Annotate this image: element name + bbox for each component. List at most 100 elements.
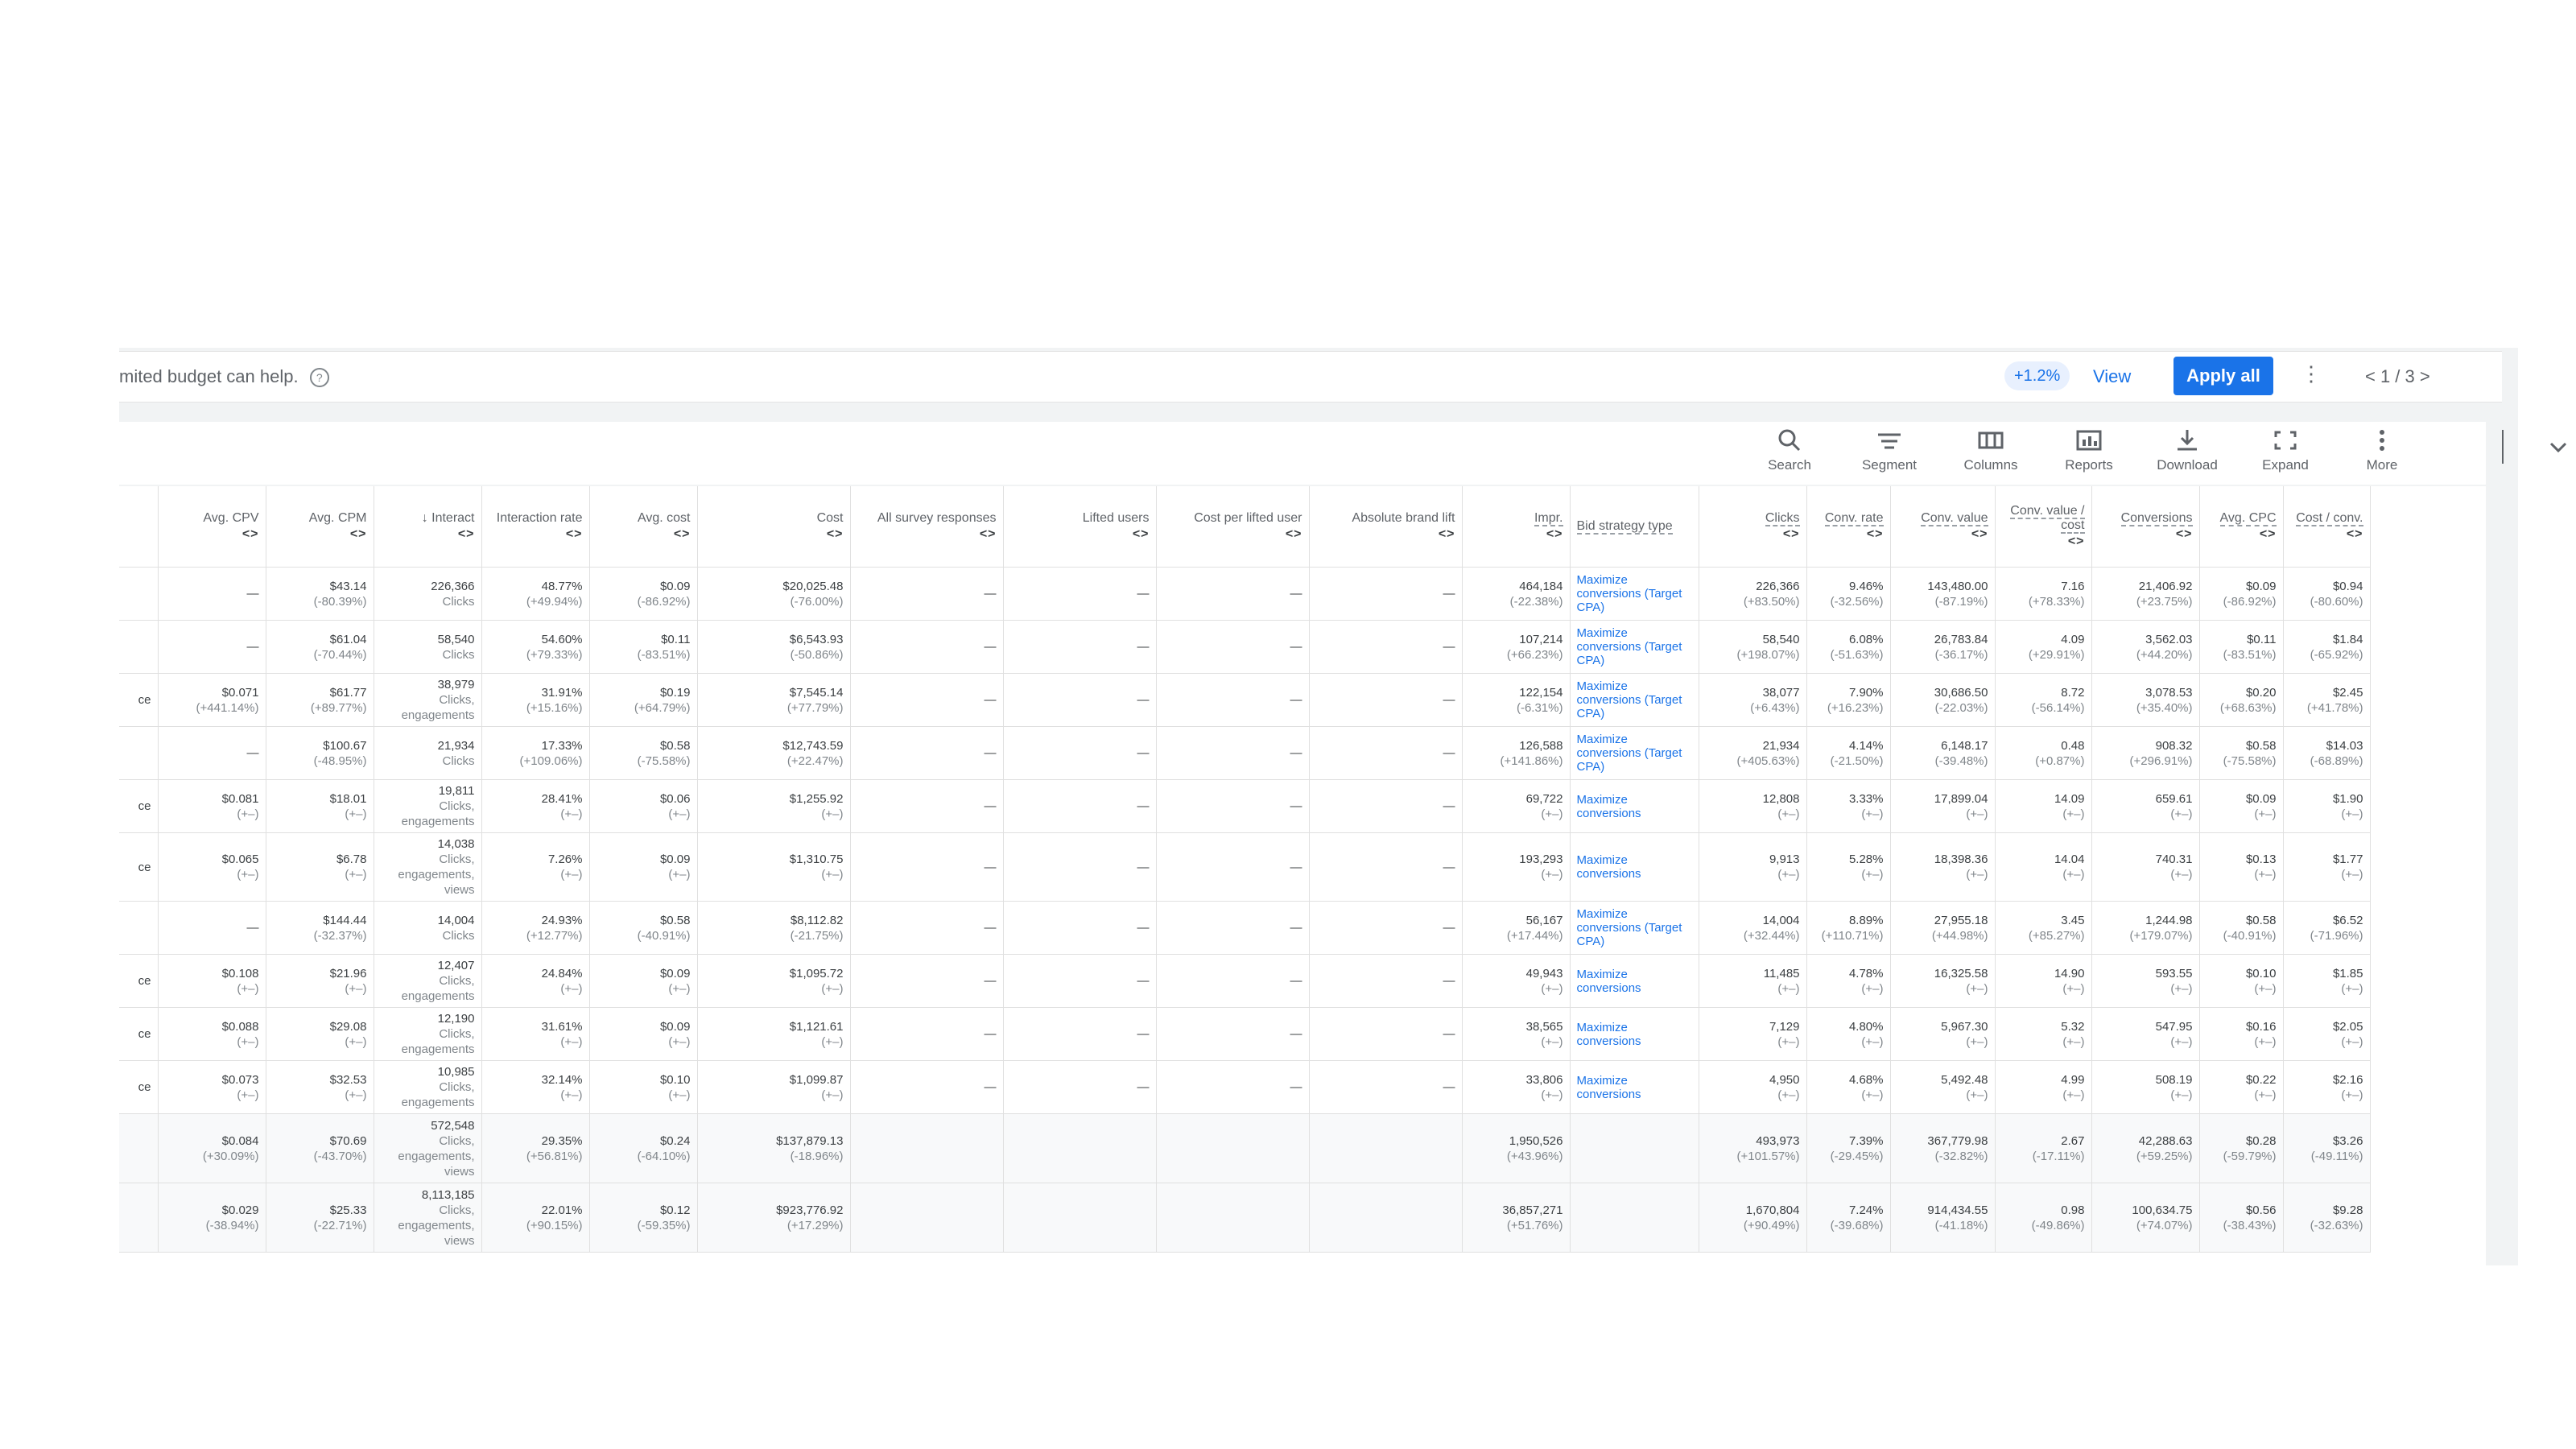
apply-all-button[interactable]: Apply all [2174,357,2273,395]
sort-arrows-icon[interactable]: <> [489,527,583,542]
cell-change: (+–) [1541,1088,1563,1102]
cell-change: (+–) [237,1034,259,1049]
table-row[interactable]: ce $0.073 (+–) $32.53 (+–) 10,985 Clicks, enga… [119,1060,2371,1114]
table-row[interactable]: — $61.04 (-70.44%) 58,540 Clicks 54.60% (+79.3… [119,620,2371,674]
cell-change: (-87.19%) [1934,594,1988,609]
toolbar-search[interactable]: Search [1745,425,1834,473]
table-cell: 8,113,185 Clicks, engagements, views [374,1183,482,1253]
table-row[interactable]: — $100.67 (-48.95%) 21,934 Clicks 17.33% (+109… [119,726,2371,780]
column-header[interactable]: Cost / conv. <> [2283,486,2371,568]
column-header[interactable]: Cost per lifted user <> [1156,486,1310,568]
column-header[interactable]: ↓ Interact <> [374,486,482,568]
cell-value: $0.09 [659,852,691,866]
cell-change: (+44.98%) [1931,928,1988,943]
sort-arrows-icon[interactable]: <> [273,527,367,542]
pager[interactable]: < 1 / 3 > [2365,366,2430,387]
column-header[interactable]: Interaction rate <> [481,486,590,568]
cell-change: (-59.79%) [2223,1149,2277,1163]
toolbar-segment[interactable]: Segment [1845,425,1934,473]
cell-change: (+41.78%) [2306,700,2363,715]
cell-value: $0.22 [2245,1072,2277,1087]
sort-arrows-icon[interactable]: <> [1469,527,1563,542]
column-header[interactable]: Avg. cost <> [589,486,698,568]
sort-arrows-icon[interactable]: <> [2002,535,2085,549]
table-row[interactable]: ce $0.108 (+–) $21.96 (+–) 12,407 Clicks, enga… [119,954,2371,1008]
table-cell: 12,808 (+–) [1699,779,1807,833]
cell-value: — [1443,746,1455,760]
cell-value: $70.69 [329,1133,367,1148]
column-header-label: Absolute brand lift [1352,511,1455,525]
column-header[interactable]: Cost <> [697,486,851,568]
cell-value: $0.24 [659,1133,691,1148]
column-header[interactable]: Conv. rate <> [1806,486,1891,568]
column-header[interactable]: Impr. <> [1462,486,1571,568]
sort-arrows-icon[interactable]: <> [1010,527,1150,542]
help-icon[interactable]: ? [309,368,329,388]
cell-value: Maximize conversions [1576,853,1641,881]
sort-arrows-icon[interactable]: <> [1897,527,1988,542]
toolbar-columns[interactable]: Columns [1946,425,2035,473]
table-cell: $1.90 (+–) [2283,779,2371,833]
table-row[interactable]: — $43.14 (-80.39%) 226,366 Clicks 48.77% (+49.… [119,567,2371,621]
cell-value: — [1443,1027,1455,1041]
column-header[interactable]: Conv. value <> [1890,486,1996,568]
toolbar-expand[interactable]: Expand [2241,425,2330,473]
cell-value: 8.72 [2061,685,2085,700]
column-header[interactable]: Lifted users <> [1003,486,1157,568]
table-cell: ce [119,954,159,1008]
table-cell: — [1003,620,1157,674]
cell-change: (-59.35%) [637,1218,691,1232]
column-header[interactable]: Avg. CPC <> [2199,486,2284,568]
cell-value: — [1290,693,1302,707]
column-header[interactable]: Bid strategy type [1570,486,1699,568]
sort-arrows-icon[interactable]: <> [2207,527,2277,542]
table-row[interactable]: ce $0.088 (+–) $29.08 (+–) 12,190 Clicks, enga… [119,1007,2371,1061]
toolbar-reports[interactable]: Reports [2045,425,2133,473]
table-cell: 58,540 Clicks [374,620,482,674]
table-row[interactable]: ce $0.071 (+441.14%) $61.77 (+89.77%) 38,979 C… [119,673,2371,727]
totals-row[interactable]: $0.029 (-38.94%) $25.33 (-22.71%) 8,113,185 C… [119,1183,2371,1253]
table-cell: — [1003,1060,1157,1114]
column-header[interactable]: Avg. CPV <> [158,486,266,568]
sort-arrows-icon[interactable]: <> [1316,527,1455,542]
toolbar-download[interactable]: Download [2143,425,2231,473]
sort-arrows-icon[interactable]: <> [597,527,691,542]
totals-row[interactable]: $0.084 (+30.09%) $70.69 (-43.70%) 572,548 Cli… [119,1113,2371,1183]
sort-arrows-icon[interactable]: <> [1163,527,1302,542]
sort-arrows-icon[interactable]: <> [165,527,259,542]
sort-arrows-icon[interactable]: <> [704,527,844,542]
column-header[interactable] [119,486,159,568]
cell-value: $0.081 [221,791,259,806]
column-header[interactable]: Conversions <> [2091,486,2200,568]
table-row[interactable]: ce $0.081 (+–) $18.01 (+–) 19,811 Clicks, enga… [119,779,2371,833]
sort-arrows-icon[interactable]: <> [1706,527,1800,542]
chevron-down-icon[interactable] [2544,433,2573,466]
table-cell: 122,154 (-6.31%) [1462,673,1571,727]
cell-change: (+–) [345,981,367,996]
sort-arrows-icon[interactable]: <> [381,527,475,542]
view-link[interactable]: View [2093,366,2131,387]
sort-arrows-icon[interactable]: <> [2290,527,2363,542]
sort-arrows-icon[interactable]: <> [1814,527,1884,542]
column-header[interactable]: All survey responses <> [850,486,1004,568]
table-cell: 547.95 (+–) [2091,1007,2200,1061]
table-cell: $0.09 (-86.92%) [589,567,698,621]
column-header[interactable]: Conv. value / cost <> [1995,486,2092,568]
column-header[interactable]: Avg. CPM <> [266,486,374,568]
cell-value: — [1290,1027,1302,1041]
cell-value: — [246,921,259,935]
sort-arrows-icon[interactable]: <> [857,527,997,542]
sort-arrows-icon[interactable]: <> [2099,527,2193,542]
table-row[interactable]: ce $0.065 (+–) $6.78 (+–) 14,038 Clicks, engag… [119,832,2371,902]
table-cell: 17.33% (+109.06%) [481,726,590,780]
more-vert-icon[interactable]: ⋮ [2301,361,2322,386]
column-header[interactable]: Clicks <> [1699,486,1807,568]
cell-value: 547.95 [2155,1019,2193,1034]
cell-value: — [1137,1080,1150,1094]
table-cell: $0.088 (+–) [158,1007,266,1061]
toolbar-more[interactable]: More [2338,425,2426,473]
table-row[interactable]: — $144.44 (-32.37%) 14,004 Clicks 24.93% (+12.… [119,901,2371,955]
column-header[interactable]: Absolute brand lift <> [1309,486,1463,568]
table-cell: $0.084 (+30.09%) [158,1113,266,1183]
table-cell: 54.60% (+79.33%) [481,620,590,674]
